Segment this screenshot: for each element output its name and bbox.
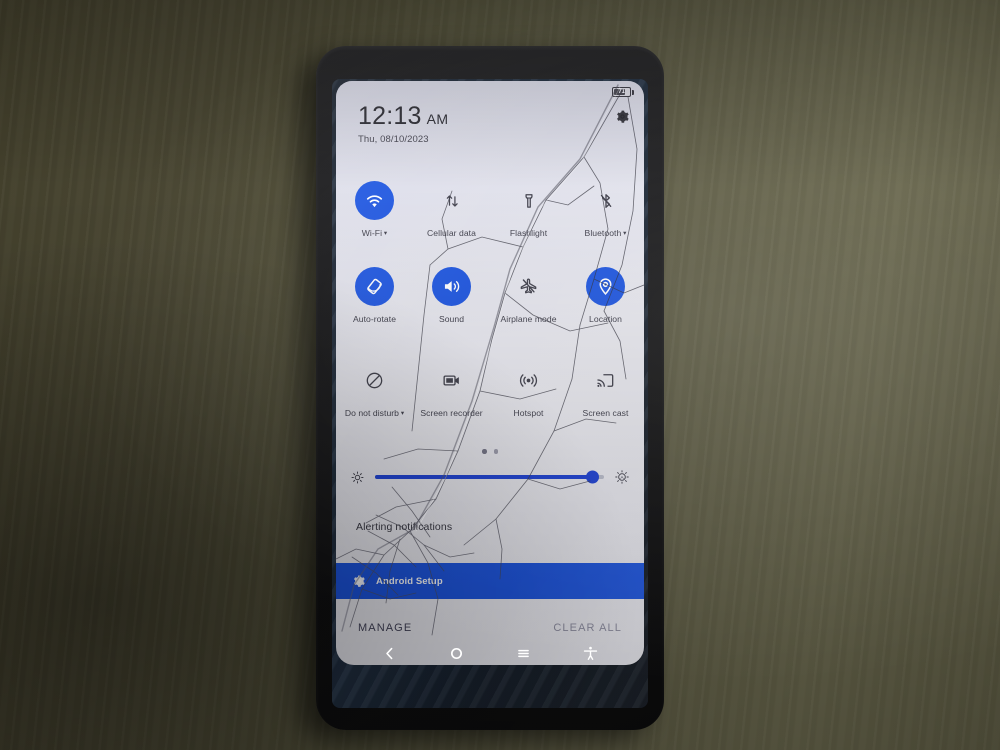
tile-cellular-data[interactable]: Cellular data (413, 175, 490, 261)
tile-screen-recorder[interactable]: Screen recorder (413, 355, 490, 431)
tile-icon-screen-cast (586, 361, 625, 400)
notification-android-setup[interactable]: Android Setup (336, 563, 644, 599)
tile-icon-sound (432, 267, 471, 306)
do-not-disturb-icon (366, 372, 383, 389)
tile-label-location: Location (589, 314, 622, 324)
tile-wifi[interactable]: Wi-Fi ▾ (336, 175, 413, 261)
brightness-control[interactable]: A (350, 469, 630, 485)
tile-icon-airplane-mode (509, 267, 548, 306)
clock-ampm-text: AM (426, 111, 449, 127)
tile-icon-cellular-data (432, 181, 471, 220)
accessibility-icon (583, 646, 598, 660)
wifi-icon (366, 195, 383, 208)
tile-auto-rotate[interactable]: Auto-rotate (336, 261, 413, 355)
clock-block: 12:13 AM Thu, 08/10/2023 (358, 102, 449, 146)
tile-hotspot[interactable]: Hotspot (490, 355, 567, 431)
flashlight-icon (524, 193, 533, 208)
nav-accessibility-button[interactable] (576, 638, 606, 668)
airplane-off-icon (520, 278, 537, 294)
tile-do-not-disturb[interactable]: Do not disturb ▾ (336, 355, 413, 431)
tile-row-3: Do not disturb ▾ Screen recorder Hotspot… (336, 355, 644, 431)
tile-label-airplane-mode: Airplane mode (500, 314, 557, 324)
tile-icon-do-not-disturb (355, 361, 394, 400)
tile-label-screen-cast: Screen cast (582, 408, 629, 418)
battery-cap (632, 89, 634, 95)
quick-settings-tiles: Wi-Fi ▾ Cellular data Flashlight Bluetoo… (336, 175, 644, 431)
tile-flashlight[interactable]: Flashlight (490, 175, 567, 261)
tile-label-bluetooth: Bluetooth ▾ (584, 228, 627, 238)
tile-label-flashlight: Flashlight (509, 228, 548, 238)
tile-label-auto-rotate: Auto-rotate (352, 314, 397, 324)
clock-time-text: 12:13 (358, 102, 422, 130)
tile-row-2: Auto-rotate Sound Airplane mode Location (336, 261, 644, 355)
tile-screen-cast[interactable]: Screen cast (567, 355, 644, 431)
brightness-auto-icon[interactable]: A (614, 469, 630, 485)
tile-label-sound: Sound (438, 314, 465, 324)
android-setup-gear-icon (353, 575, 365, 587)
chevron-down-icon[interactable]: ▾ (382, 230, 387, 237)
tile-row-1: Wi-Fi ▾ Cellular data Flashlight Bluetoo… (336, 175, 644, 261)
tile-icon-wifi (355, 181, 394, 220)
navigation-bar (332, 631, 648, 675)
battery-body: 71 (612, 87, 631, 97)
tile-icon-screen-recorder (432, 361, 471, 400)
tile-icon-hotspot (509, 361, 548, 400)
battery-indicator: 71 (612, 87, 634, 97)
quick-settings-shade: 71 12:13 AM Thu, 08/10/2023 Wi-Fi ▾ Cell… (336, 81, 644, 665)
tile-icon-flashlight (509, 181, 548, 220)
quick-settings-pager[interactable] (336, 449, 644, 454)
location-pin-icon (599, 278, 612, 295)
phone-device: 71 12:13 AM Thu, 08/10/2023 Wi-Fi ▾ Cell… (316, 46, 664, 730)
phone-screen: 71 12:13 AM Thu, 08/10/2023 Wi-Fi ▾ Cell… (332, 79, 648, 708)
tile-label-do-not-disturb: Do not disturb ▾ (344, 408, 405, 418)
chevron-down-icon[interactable]: ▾ (399, 410, 404, 417)
pager-dot-2[interactable] (493, 449, 498, 454)
tile-airplane-mode[interactable]: Airplane mode (490, 261, 567, 355)
notification-section-title: Alerting notifications (356, 521, 453, 533)
gear-icon (617, 110, 629, 123)
tile-icon-auto-rotate (355, 267, 394, 306)
clock-date-text: Thu, 08/10/2023 (358, 134, 429, 146)
tile-label-cellular-data: Cellular data (427, 228, 476, 238)
cellular-data-icon (446, 194, 458, 207)
nav-home-button[interactable] (442, 638, 472, 668)
nav-back-button[interactable] (375, 638, 405, 668)
tile-label-screen-recorder: Screen recorder (420, 408, 483, 418)
brightness-low-icon (351, 471, 364, 483)
battery-percent-label: 71 (618, 89, 625, 95)
chevron-down-icon[interactable]: ▾ (621, 230, 626, 237)
tile-location[interactable]: Location (567, 261, 644, 355)
status-bar: 71 (336, 85, 644, 99)
tile-bluetooth[interactable]: Bluetooth ▾ (567, 175, 644, 261)
tile-sound[interactable]: Sound (413, 261, 490, 355)
bluetooth-off-icon (600, 193, 611, 208)
sound-icon (444, 281, 460, 292)
tile-icon-location (586, 267, 625, 306)
clock: 12:13 AM (358, 102, 449, 130)
shade-header: 12:13 AM Thu, 08/10/2023 (358, 103, 630, 145)
tile-label-hotspot: Hotspot (513, 408, 544, 418)
pager-dot-1[interactable] (482, 449, 487, 454)
chevron-left-icon (386, 647, 393, 659)
auto-rotate-icon (367, 278, 382, 295)
menu-lines-icon (518, 649, 529, 657)
nav-recents-button[interactable] (509, 638, 539, 668)
screen-cast-icon (597, 374, 614, 387)
screen-recorder-icon (443, 375, 459, 386)
notification-app-name: Android Setup (376, 575, 443, 587)
photo-scene: 71 12:13 AM Thu, 08/10/2023 Wi-Fi ▾ Cell… (0, 0, 1000, 750)
brightness-slider-fill (375, 475, 593, 479)
settings-gear-button[interactable] (615, 109, 630, 129)
tile-label-wifi: Wi-Fi ▾ (361, 228, 388, 238)
brightness-slider-thumb[interactable] (585, 470, 599, 484)
hotspot-icon (519, 374, 538, 387)
tile-icon-bluetooth (586, 181, 625, 220)
brightness-slider[interactable] (375, 470, 604, 484)
circle-icon (450, 647, 463, 659)
